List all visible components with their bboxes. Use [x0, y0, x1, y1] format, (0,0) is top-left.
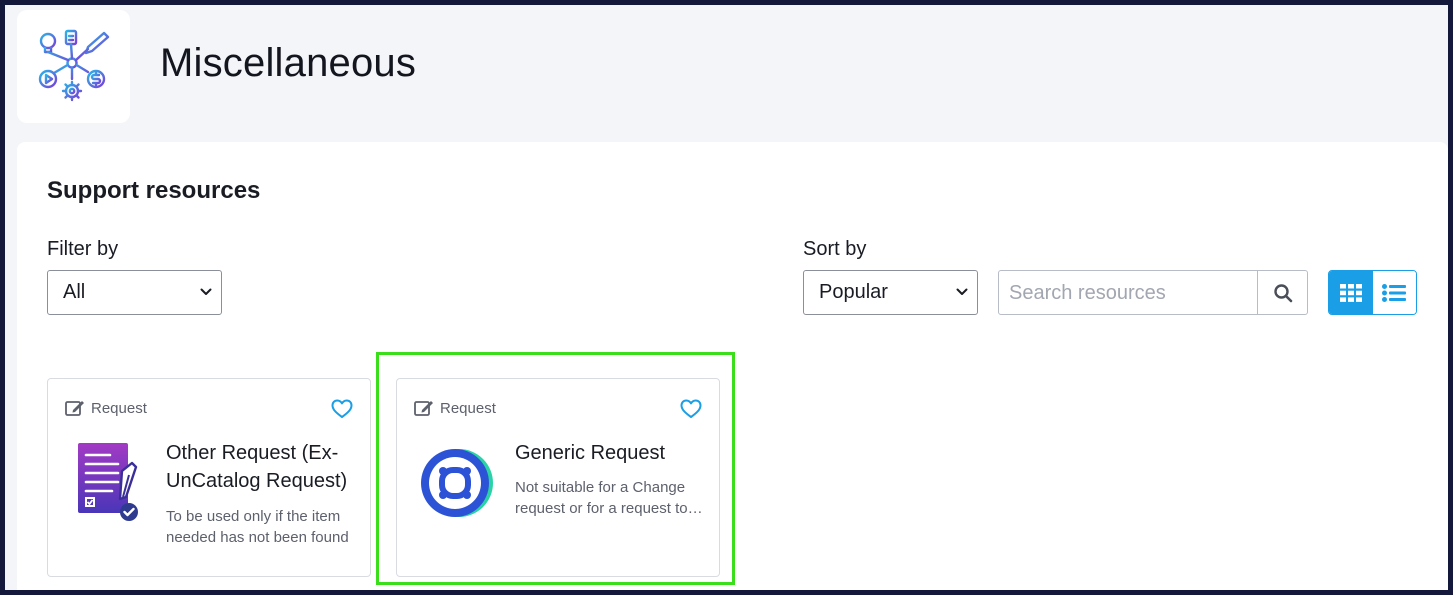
search-icon	[1273, 283, 1292, 302]
edit-form-icon	[414, 401, 433, 416]
search-button[interactable]	[1257, 271, 1307, 314]
card-type-label: Request	[91, 399, 147, 417]
card-description: To be used only if the item needed has n…	[166, 508, 349, 546]
filter-label: Filter by	[47, 238, 119, 260]
page-title: Miscellaneous	[160, 41, 417, 85]
generic-request-ring-icon	[421, 449, 493, 517]
card-type-label: Request	[440, 399, 496, 417]
list-view-icon	[1382, 283, 1407, 302]
grid-view-icon	[1339, 283, 1362, 302]
card-type: Request	[414, 399, 496, 417]
edit-form-icon	[65, 401, 84, 416]
filter-select[interactable]: All	[47, 270, 222, 315]
list-view-button[interactable]	[1372, 271, 1416, 314]
checklist-document-icon	[78, 443, 138, 521]
category-logo	[17, 10, 130, 123]
section-title: Support resources	[47, 177, 261, 204]
view-toggle	[1328, 270, 1417, 315]
sort-selected-value: Popular	[819, 281, 888, 303]
chevron-down-icon	[956, 288, 968, 295]
filter-selected-value: All	[63, 281, 86, 303]
resource-card-generic-request[interactable]: Request Generic Request Not suitable for…	[396, 378, 720, 577]
heart-outline-icon[interactable]	[680, 399, 702, 419]
card-title: Other Request (Ex-UnCatalog Request)	[166, 442, 348, 492]
resources-panel: Support resources Filter by All Sort by …	[17, 142, 1448, 590]
sort-select[interactable]: Popular	[803, 270, 978, 315]
miscellaneous-services-icon	[38, 29, 109, 101]
sort-label: Sort by	[803, 238, 867, 260]
search-placeholder: Search resources	[1009, 282, 1166, 304]
search-input[interactable]: Search resources	[998, 270, 1308, 315]
card-description: Not suitable for a Change request or for…	[515, 479, 703, 517]
chevron-down-icon	[200, 288, 212, 295]
card-title: Generic Request	[515, 442, 666, 464]
card-type: Request	[65, 399, 147, 417]
heart-outline-icon[interactable]	[331, 399, 353, 419]
resource-card-other-request[interactable]: Request Other Request (Ex-UnCatalog Requ…	[47, 378, 371, 577]
grid-view-button[interactable]	[1329, 271, 1373, 314]
page: Miscellaneous Support resources Filter b…	[5, 5, 1448, 590]
